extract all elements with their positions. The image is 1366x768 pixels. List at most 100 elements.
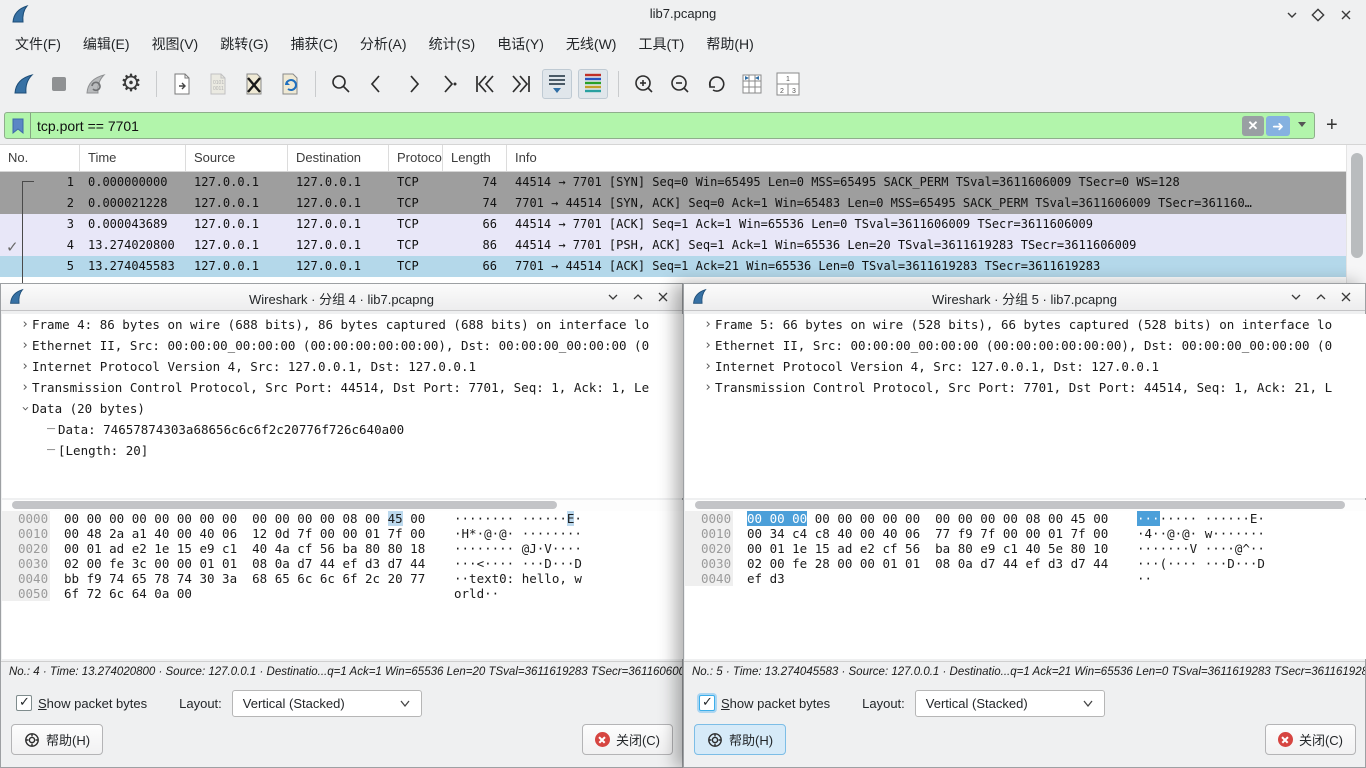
layout-chooser-icon[interactable]: 123 (773, 69, 803, 99)
filter-dropdown-icon[interactable] (1298, 122, 1306, 127)
menu-item[interactable]: 帮助(H) (695, 30, 764, 58)
go-to-packet-icon[interactable] (434, 69, 464, 99)
find-packet-icon[interactable] (326, 69, 356, 99)
zoom-original-icon[interactable] (701, 69, 731, 99)
tree-toggle-icon[interactable] (18, 317, 32, 332)
filter-bookmark-icon[interactable] (5, 113, 31, 138)
tree-toggle-icon[interactable] (18, 380, 32, 395)
restart-capture-icon[interactable] (80, 69, 110, 99)
auto-scroll-icon[interactable] (542, 69, 572, 99)
tree-toggle-icon[interactable] (18, 338, 32, 353)
filter-add-button[interactable]: + (1326, 114, 1338, 137)
tree-toggle-icon[interactable] (44, 422, 58, 437)
hex-line[interactable]: 0020 00 01 1e 15 ad e2 cf 56 ba 80 e9 c1… (685, 541, 1366, 556)
reload-file-icon[interactable] (275, 69, 305, 99)
menu-item[interactable]: 捕获(C) (279, 30, 348, 58)
go-last-icon[interactable] (506, 69, 536, 99)
maximize-icon[interactable] (1314, 290, 1328, 304)
column-header[interactable]: Time (80, 145, 186, 171)
help-button[interactable]: 帮助(H) (694, 724, 786, 755)
menu-item[interactable]: 视图(V) (141, 30, 210, 58)
tree-hscrollbar[interactable] (2, 500, 683, 511)
protocol-tree-item[interactable]: Ethernet II, Src: 00:00:00_00:00:00 (00:… (2, 335, 683, 356)
close-file-icon[interactable] (239, 69, 269, 99)
packet-list-scrollbar[interactable] (1346, 145, 1366, 284)
hex-line[interactable]: 0030 02 00 fe 3c 00 00 01 01 08 0a d7 44… (2, 556, 683, 571)
packet-row[interactable]: 1 0.000000000 127.0.0.1 127.0.0.1 TCP 74… (0, 172, 1366, 193)
menu-item[interactable]: 工具(T) (627, 30, 695, 58)
tree-hscrollbar[interactable] (685, 500, 1366, 511)
start-capture-icon[interactable] (8, 69, 38, 99)
protocol-tree-item[interactable]: Frame 5: 66 bytes on wire (528 bits), 66… (685, 314, 1366, 335)
scrollbar-thumb[interactable] (12, 501, 557, 509)
close-icon[interactable] (1338, 7, 1354, 23)
column-header[interactable]: Info (507, 145, 1366, 171)
hex-line[interactable]: 0000 00 00 00 00 00 00 00 00 00 00 00 00… (685, 511, 1366, 526)
open-file-icon[interactable] (167, 69, 197, 99)
display-filter-input[interactable]: tcp.port == 7701 ✕ ➜ (4, 112, 1315, 139)
filter-clear-icon[interactable]: ✕ (1242, 116, 1264, 136)
column-header[interactable]: Source (186, 145, 288, 171)
dialog-titlebar[interactable]: Wireshark · 分组 5 · lib7.pcapng (684, 284, 1365, 311)
menu-item[interactable]: 跳转(G) (209, 30, 279, 58)
hex-line[interactable]: 0050 6f 72 6c 64 0a 00 orld·· (2, 586, 683, 601)
protocol-tree-item[interactable]: Transmission Control Protocol, Src Port:… (685, 377, 1366, 398)
save-file-icon[interactable]: 01010011 (203, 69, 233, 99)
close-icon[interactable] (1339, 290, 1353, 304)
packet-row[interactable]: 2 0.000021228 127.0.0.1 127.0.0.1 TCP 74… (0, 193, 1366, 214)
protocol-tree-item[interactable]: Data: 74657874303a68656c6c6f2c20776f726c… (2, 419, 683, 440)
colorize-icon[interactable] (578, 69, 608, 99)
protocol-tree-item[interactable]: Frame 4: 86 bytes on wire (688 bits), 86… (2, 314, 683, 335)
hex-line[interactable]: 0040 bb f9 74 65 78 74 30 3a 68 65 6c 6c… (2, 571, 683, 586)
menu-item[interactable]: 统计(S) (418, 30, 487, 58)
zoom-out-icon[interactable] (665, 69, 695, 99)
tree-toggle-icon[interactable] (701, 338, 715, 353)
menu-item[interactable]: 电话(Y) (486, 30, 555, 58)
go-forward-icon[interactable] (398, 69, 428, 99)
go-back-icon[interactable] (362, 69, 392, 99)
stop-capture-icon[interactable] (44, 69, 74, 99)
hex-line[interactable]: 0030 02 00 fe 28 00 00 01 01 08 0a d7 44… (685, 556, 1366, 571)
scrollbar-thumb[interactable] (695, 501, 1345, 509)
column-header[interactable]: Destination (288, 145, 389, 171)
layout-select[interactable]: Vertical (Stacked) (232, 690, 422, 717)
packet-row[interactable]: 5 13.274045583 127.0.0.1 127.0.0.1 TCP 6… (0, 256, 1366, 277)
tree-toggle-icon[interactable] (18, 359, 32, 374)
protocol-tree-item[interactable]: Transmission Control Protocol, Src Port:… (2, 377, 683, 398)
packet-row[interactable]: 3 0.000043689 127.0.0.1 127.0.0.1 TCP 66… (0, 214, 1366, 235)
hex-line[interactable]: 0010 00 34 c4 c8 40 00 40 06 77 f9 7f 00… (685, 526, 1366, 541)
column-header[interactable]: Length (443, 145, 507, 171)
protocol-tree-item[interactable]: [Length: 20] (2, 440, 683, 461)
menu-item[interactable]: 无线(W) (555, 30, 628, 58)
capture-options-icon[interactable]: ⚙ (116, 69, 146, 99)
dialog-titlebar[interactable]: Wireshark · 分组 4 · lib7.pcapng (1, 284, 682, 311)
go-first-icon[interactable] (470, 69, 500, 99)
protocol-tree-item[interactable]: Ethernet II, Src: 00:00:00_00:00:00 (00:… (685, 335, 1366, 356)
hex-line[interactable]: 0000 00 00 00 00 00 00 00 00 00 00 00 00… (2, 511, 683, 526)
hex-line[interactable]: 0040 ef d3 ·· (685, 571, 1366, 586)
minimize-icon[interactable] (1284, 7, 1300, 23)
minimize-icon[interactable] (1289, 290, 1303, 304)
filter-apply-icon[interactable]: ➜ (1266, 116, 1290, 136)
menu-item[interactable]: 编辑(E) (72, 30, 141, 58)
close-button[interactable]: 关闭(C) (582, 724, 673, 755)
protocol-tree-item[interactable]: Internet Protocol Version 4, Src: 127.0.… (2, 356, 683, 377)
maximize-icon[interactable] (1310, 7, 1326, 23)
scrollbar-thumb[interactable] (1351, 153, 1363, 258)
hex-line[interactable]: 0020 00 01 ad e2 1e 15 e9 c1 40 4a cf 56… (2, 541, 683, 556)
menu-item[interactable]: 文件(F) (4, 30, 72, 58)
close-icon[interactable] (656, 290, 670, 304)
tree-toggle-icon[interactable] (701, 359, 715, 374)
column-header[interactable]: No. (0, 145, 80, 171)
help-button[interactable]: 帮助(H) (11, 724, 103, 755)
resize-columns-icon[interactable] (737, 69, 767, 99)
show-packet-bytes-checkbox[interactable] (16, 695, 32, 711)
close-button[interactable]: 关闭(C) (1265, 724, 1356, 755)
hex-line[interactable]: 0010 00 48 2a a1 40 00 40 06 12 0d 7f 00… (2, 526, 683, 541)
protocol-tree-item[interactable]: Data (20 bytes) (2, 398, 683, 419)
packet-row[interactable]: 4 13.274020800 127.0.0.1 127.0.0.1 TCP 8… (0, 235, 1366, 256)
protocol-tree-item[interactable]: Internet Protocol Version 4, Src: 127.0.… (685, 356, 1366, 377)
tree-toggle-icon[interactable] (18, 401, 32, 416)
tree-toggle-icon[interactable] (701, 317, 715, 332)
layout-select[interactable]: Vertical (Stacked) (915, 690, 1105, 717)
